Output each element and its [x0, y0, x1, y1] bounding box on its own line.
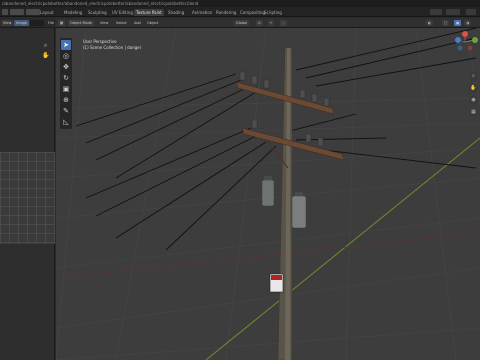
- rotate-icon[interactable]: ↻: [61, 73, 71, 83]
- danger-sign-band: [271, 275, 282, 280]
- top-menubar: Layout Modeling Sculpting UV Editing Texture…: [0, 7, 480, 17]
- move-icon[interactable]: ✥: [61, 62, 71, 72]
- orientation-selector[interactable]: Global: [234, 20, 250, 26]
- object-menu[interactable]: Object: [145, 20, 160, 26]
- cursor-3d-icon[interactable]: ◎: [61, 51, 71, 61]
- snap-icon[interactable]: ⌖: [268, 20, 274, 26]
- select-cursor-icon[interactable]: ➤: [61, 40, 71, 50]
- file-button[interactable]: File: [46, 20, 56, 26]
- lower-crossarm: [241, 127, 345, 161]
- overlays-icon[interactable]: ◐: [426, 20, 434, 26]
- tab-sculpting[interactable]: Sculpting: [86, 9, 109, 16]
- tab-uv-editing[interactable]: UV Editing: [110, 9, 135, 16]
- window-title: /abandoned_electricpolebetter/abandoned_…: [0, 0, 480, 7]
- image-name-field[interactable]: [30, 20, 44, 26]
- tab-modeling[interactable]: Modeling: [62, 9, 84, 16]
- camera-view-icon[interactable]: ◉: [469, 96, 478, 105]
- annotate-icon[interactable]: ✎: [61, 106, 71, 116]
- add-menu[interactable]: Add: [132, 20, 143, 26]
- perspective-toggle-icon[interactable]: ▦: [469, 108, 478, 117]
- viewport-header: ▦ Object Mode View Select Add Object Glo…: [56, 18, 480, 28]
- tab-scripting[interactable]: Scripting: [262, 9, 284, 16]
- material-shading-icon[interactable]: ◑: [464, 20, 472, 26]
- collection-info: (1) Scene Collection | danger: [83, 45, 142, 50]
- x-axis-line: [56, 232, 480, 279]
- zoom-icon[interactable]: ⌕: [42, 42, 49, 49]
- pivot-icon[interactable]: ⊙: [256, 20, 263, 26]
- image-editor-header: View Image File: [0, 18, 55, 28]
- tool-shelf: ➤ ◎ ✥ ↻ ▣ ⊕ ✎ ◺: [60, 38, 72, 129]
- blender-logo-icon[interactable]: [2, 9, 8, 15]
- mode-selector[interactable]: Object Mode: [68, 20, 95, 26]
- y-axis-line: [205, 137, 480, 360]
- pan-view-icon[interactable]: ✋: [469, 84, 478, 93]
- tab-layout[interactable]: Layout: [38, 9, 56, 16]
- editor-type-icon[interactable]: ▦: [58, 20, 66, 26]
- solid-shading-icon[interactable]: ●: [454, 20, 462, 26]
- select-menu[interactable]: Select: [114, 20, 129, 26]
- file-menu[interactable]: [10, 9, 24, 15]
- zoom-view-icon[interactable]: ⌕: [469, 72, 478, 81]
- scale-icon[interactable]: ▣: [61, 84, 71, 94]
- view-menu[interactable]: View: [1, 20, 14, 26]
- tab-shading[interactable]: Shading: [166, 9, 186, 16]
- options-button[interactable]: [466, 9, 476, 15]
- view-layer-selector[interactable]: [446, 9, 460, 15]
- image-canvas-grid[interactable]: [0, 152, 55, 244]
- viewport-scene: [56, 28, 480, 360]
- transform-icon[interactable]: ⊕: [61, 95, 71, 105]
- scene-selector[interactable]: [430, 9, 442, 15]
- view-menu-3d[interactable]: View: [98, 20, 110, 26]
- 3d-viewport[interactable]: User Perspective (1) Scene Collection | …: [56, 28, 480, 360]
- navigation-gizmo[interactable]: [450, 28, 480, 68]
- pan-hand-icon[interactable]: ✋: [42, 52, 49, 59]
- measure-icon[interactable]: ◺: [61, 117, 71, 127]
- xray-icon[interactable]: ▢: [442, 20, 450, 26]
- proportional-icon[interactable]: ◌: [280, 20, 288, 26]
- image-menu[interactable]: Image: [14, 20, 29, 26]
- tab-texture-paint[interactable]: Texture Paint: [134, 9, 164, 16]
- tab-animation[interactable]: Animation: [190, 9, 214, 16]
- tab-rendering[interactable]: Rendering: [214, 9, 238, 16]
- view-name: User Perspective: [83, 39, 117, 44]
